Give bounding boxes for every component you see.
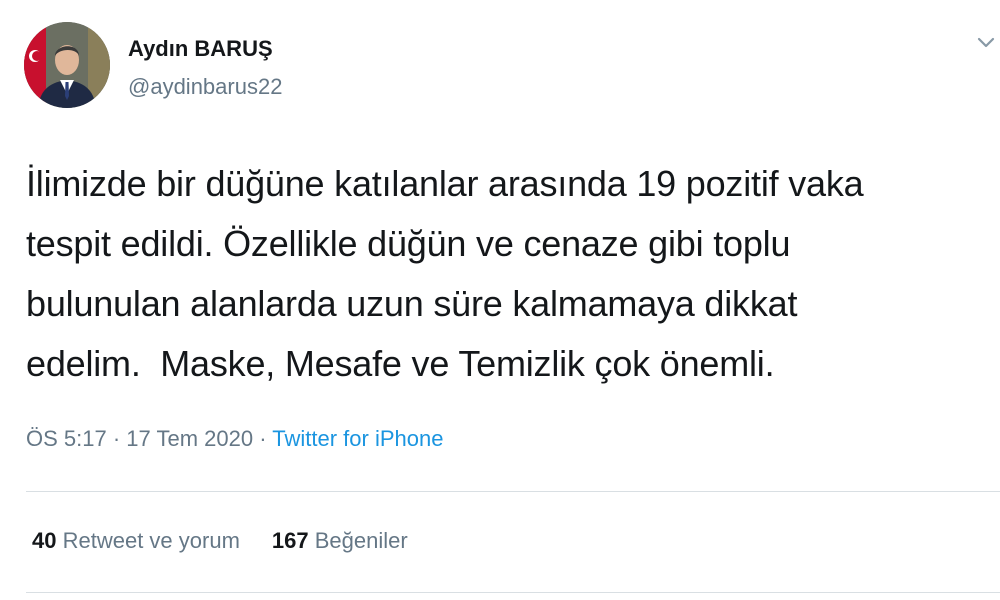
retweets-count: 40 xyxy=(32,528,57,553)
retweets-stat[interactable]: 40 Retweet ve yorum xyxy=(32,528,240,553)
likes-label: Beğeniler xyxy=(314,528,408,553)
author-handle[interactable]: @aydinbarus22 xyxy=(128,74,282,100)
tweet-text: İlimizde bir düğüne katılanlar arasında … xyxy=(26,163,864,384)
meta-separator: · xyxy=(259,426,267,451)
divider xyxy=(26,491,1000,492)
divider xyxy=(26,592,1000,593)
tweet-stats: 40 Retweet ve yorum 167 Beğeniler xyxy=(32,528,408,554)
likes-count: 167 xyxy=(271,528,309,553)
meta-separator: · xyxy=(112,426,121,451)
author-name[interactable]: Aydın BARUŞ xyxy=(128,36,273,62)
retweets-label: Retweet ve yorum xyxy=(62,528,240,553)
tweet-meta: ÖS 5:17 · 17 Tem 2020 · Twitter for iPho… xyxy=(26,426,443,452)
tweet-date[interactable]: 17 Tem 2020 xyxy=(126,426,253,451)
profile-photo xyxy=(24,22,110,108)
chevron-down-icon[interactable] xyxy=(976,34,996,50)
tweet-source-link[interactable]: Twitter for iPhone xyxy=(272,426,443,451)
tweet-time[interactable]: ÖS 5:17 xyxy=(26,426,107,451)
tweet-card: Aydın BARUŞ @aydinbarus22 İlimizde bir d… xyxy=(0,0,1000,600)
avatar[interactable] xyxy=(24,22,110,108)
likes-stat[interactable]: 167 Beğeniler xyxy=(272,528,408,553)
